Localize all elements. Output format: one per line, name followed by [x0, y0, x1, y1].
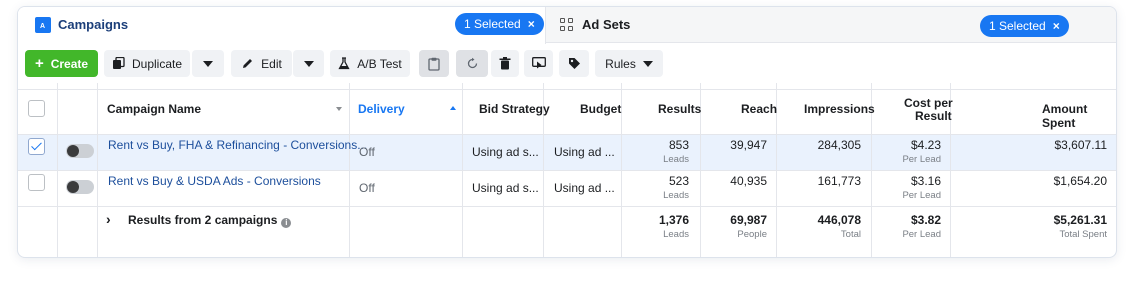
campaign-name-link[interactable]: Rent vs Buy, FHA & Refinancing - Convers… — [108, 138, 367, 152]
header-campaign-name[interactable]: Campaign Name — [107, 102, 201, 116]
header-delivery[interactable]: Delivery — [358, 102, 405, 116]
campaigns-selected-text: 1 Selected — [464, 17, 521, 31]
tab-campaigns[interactable]: A Campaigns 1 Selected × — [18, 7, 546, 44]
sort-ascending-icon[interactable] — [450, 106, 456, 110]
total-reach: 69,987 — [730, 213, 767, 227]
cost-per-result-value: $4.23 — [910, 138, 941, 152]
ab-test-label: A/B Test — [357, 56, 402, 71]
impressions-value: 161,773 — [817, 174, 861, 188]
plus-icon: + — [34, 55, 44, 72]
results-unit: Leads — [663, 190, 689, 201]
clear-adsets-selection-icon[interactable]: × — [1053, 15, 1060, 37]
total-cost-per-result: $3.82 — [910, 213, 941, 227]
bid-strategy-value: Using ad s... — [472, 145, 539, 159]
results-value: 523 — [668, 174, 689, 188]
amount-spent-value: $3,607.11 — [1054, 138, 1108, 152]
duplicate-dropdown-button[interactable] — [192, 50, 224, 77]
info-icon[interactable]: i — [281, 218, 292, 228]
total-results-unit: Leads — [663, 229, 689, 240]
adsets-selected-badge[interactable]: 1 Selected × — [980, 15, 1069, 37]
duplicate-label: Duplicate — [131, 56, 183, 71]
chevron-down-icon — [203, 60, 213, 67]
grid-icon — [560, 18, 574, 32]
refresh-button[interactable] — [456, 50, 488, 77]
expand-chevron-icon[interactable]: › — [106, 211, 111, 227]
cost-per-result-value: $3.16 — [910, 174, 941, 188]
totals-label: Results from 2 campaigns i — [128, 213, 292, 228]
rules-label: Rules — [605, 56, 636, 71]
edit-dropdown-button[interactable] — [293, 50, 324, 77]
tag-icon — [568, 58, 580, 69]
tab-bar: A Campaigns 1 Selected × Ad Sets 1 Selec… — [18, 7, 1116, 44]
campaigns-selected-badge[interactable]: 1 Selected × — [455, 13, 544, 35]
preview-icon — [531, 57, 546, 69]
refresh-icon — [467, 57, 477, 69]
ab-test-button[interactable]: A/B Test — [330, 50, 410, 77]
sort-icon[interactable] — [336, 107, 342, 111]
adsets-selected-text: 1 Selected — [989, 19, 1046, 33]
create-label: Create — [50, 56, 89, 71]
reach-value: 40,935 — [730, 174, 767, 188]
results-unit: Leads — [663, 154, 689, 165]
clear-selection-icon[interactable]: × — [528, 13, 535, 35]
trash-icon — [499, 57, 511, 70]
total-cost-per-result-unit: Per Lead — [902, 229, 941, 240]
preview-button[interactable] — [524, 50, 553, 77]
header-cost-per[interactable]: Cost per — [904, 96, 953, 110]
cost-per-result-unit: Per Lead — [902, 154, 941, 165]
tab-adsets[interactable]: Ad Sets 1 Selected × — [548, 7, 1116, 43]
delivery-toggle[interactable] — [66, 144, 94, 158]
delivery-status: Off — [359, 145, 375, 159]
pencil-icon — [243, 59, 253, 68]
header-budget[interactable]: Budget — [580, 102, 621, 116]
results-value: 853 — [668, 138, 689, 152]
select-all-checkbox[interactable] — [28, 100, 45, 117]
total-impressions: 446,078 — [817, 213, 861, 227]
duplicate-button[interactable]: Duplicate — [104, 50, 190, 77]
chevron-down-icon — [642, 60, 653, 67]
tag-button[interactable] — [559, 50, 589, 77]
tab-adsets-label: Ad Sets — [582, 17, 631, 32]
impressions-value: 284,305 — [817, 138, 861, 152]
budget-value: Using ad ... — [554, 181, 615, 195]
campaign-icon: A — [35, 17, 51, 33]
delivery-status: Off — [359, 181, 375, 195]
reach-value: 39,947 — [730, 138, 767, 152]
clipboard-icon — [428, 57, 440, 71]
campaigns-table: Campaign Name Delivery Bid Strategy Budg… — [18, 83, 1116, 257]
ads-manager-panel: A Campaigns 1 Selected × Ad Sets 1 Selec… — [17, 6, 1117, 258]
total-results: 1,376 — [658, 213, 689, 227]
header-result[interactable]: Result — [915, 109, 952, 123]
edit-label: Edit — [261, 56, 282, 71]
total-impressions-unit: Total — [840, 229, 861, 240]
header-results[interactable]: Results — [658, 102, 701, 116]
header-reach[interactable]: Reach — [741, 102, 777, 116]
total-amount-spent-unit: Total Spent — [1059, 229, 1107, 240]
amount-spent-value: $1,654.20 — [1053, 174, 1107, 188]
header-bid-strategy[interactable]: Bid Strategy — [479, 102, 550, 116]
clipboard-button[interactable] — [419, 50, 449, 77]
campaign-name-link[interactable]: Rent vs Buy & USDA Ads - Conversions — [108, 174, 321, 188]
row-checkbox[interactable] — [28, 138, 45, 155]
edit-button[interactable]: Edit — [231, 50, 292, 77]
cost-per-result-unit: Per Lead — [902, 190, 941, 201]
duplicate-icon — [112, 57, 125, 69]
delete-button[interactable] — [491, 50, 519, 77]
header-amount-spent[interactable]: Amount Spent — [1042, 102, 1116, 130]
create-button[interactable]: + Create — [25, 50, 98, 77]
budget-value: Using ad ... — [554, 145, 615, 159]
bid-strategy-value: Using ad s... — [472, 181, 539, 195]
totals-label-text: Results from 2 campaigns — [128, 213, 278, 227]
chevron-down-icon — [303, 60, 314, 67]
delivery-toggle[interactable] — [66, 180, 94, 194]
row-checkbox[interactable] — [28, 174, 45, 191]
rules-button[interactable]: Rules — [595, 50, 663, 77]
total-amount-spent: $5,261.31 — [1053, 213, 1107, 227]
beaker-icon — [338, 57, 350, 70]
header-impressions[interactable]: Impressions — [804, 102, 875, 116]
tab-campaigns-label: Campaigns — [58, 17, 129, 32]
total-reach-unit: People — [737, 229, 767, 240]
